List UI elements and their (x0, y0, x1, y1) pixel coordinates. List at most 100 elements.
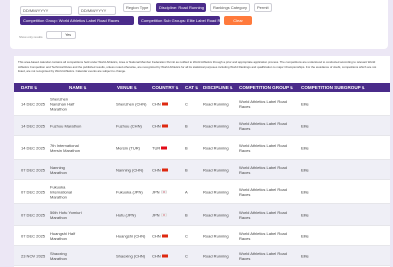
table-row[interactable]: 07 DEC 2025 56th Hofu Yomiuri Marathon Hof… (14, 204, 390, 226)
competition-group-cell-text: World Athletics Label Road Races (239, 230, 287, 241)
venue-cell-text: Huangshi (CHN) (116, 233, 146, 238)
name-cell[interactable]: 56th Hofu Yomiuri Marathon (50, 210, 82, 220)
country-cell: JPN (152, 189, 180, 194)
competition-group-cell: World Athletics Label Road Races (239, 210, 291, 220)
sort-icon: ⇅ (83, 86, 87, 90)
venue-cell-text: Shaoxing (CHN) (116, 253, 146, 258)
name-cell-text: Fukuoka International Marathon (50, 184, 73, 199)
competition-group-cell-text: World Athletics Label Road Races (239, 164, 287, 175)
venue-cell-text: Nanning (CHN) (116, 167, 144, 172)
discipline-cell: Road Running (203, 101, 237, 106)
table-row[interactable]: 14 DEC 2025 Fuzhou Marathon Fuzhou (CHN) CH… (14, 116, 390, 136)
name-cell-text: Shenzhen Nanshan Half Marathon (50, 96, 75, 111)
country-cell-text: CHN (152, 101, 161, 106)
calendar-table-card: This area-based calendar contains all co… (14, 56, 390, 267)
date-cell: 14 DEC 2025 (21, 123, 49, 128)
date-cell: 07 DEC 2025 (21, 189, 49, 194)
competition-subgroup-cell: Elite (301, 101, 331, 106)
name-cell[interactable]: Fuzhou Marathon (50, 123, 82, 128)
competition-group-cell-text: World Athletics Label Road Races (239, 250, 287, 261)
chn-flag-icon (161, 102, 168, 106)
discipline-cell: Road Running (203, 189, 237, 194)
competition-subgroup-cell: Elite (301, 233, 331, 238)
table-row[interactable]: 23 NOV 2025 Shaoxing Marathon Shaoxing (CH… (14, 246, 390, 266)
discipline-cell-text: Road Running (203, 253, 229, 258)
cat-cell-text: C (185, 253, 188, 258)
country-cell: CHN (152, 167, 180, 172)
competition-subgroup-cell: Elite (301, 145, 331, 150)
discipline-cell: Road Running (203, 212, 237, 217)
country-cell-text: CHN (152, 233, 161, 238)
venue-cell: Huangshi (CHN) (116, 233, 148, 238)
date-cell: 07 DEC 2025 (21, 167, 49, 172)
chn-flag-icon (161, 168, 168, 172)
discipline-cell-text: Road Running (203, 233, 229, 238)
date-to-input[interactable]: DD/MM/YYYY (78, 6, 116, 15)
cat-cell: B (185, 167, 195, 172)
sort-icon: ⇅ (361, 86, 365, 90)
country-cell-text: CHN (152, 123, 161, 128)
date-cell-text: 14 DEC 2025 (21, 123, 46, 128)
competition-subgroup-cell: Elite (301, 253, 331, 258)
venue-cell: Mersin (TUR) (116, 145, 148, 150)
competition-subgroup-filter-tag[interactable]: Competition Sub Groups: Elite Label Road… (138, 16, 229, 25)
rankings-category-select[interactable]: Rankings Category (210, 3, 250, 12)
discipline-filter-tag[interactable]: Discipline: Road Running (156, 3, 206, 12)
sort-icon: ⇅ (34, 86, 38, 90)
table-row[interactable]: 14 DEC 2025 7th International Mersin Mara… (14, 136, 390, 160)
sort-icon: ⇅ (229, 86, 233, 90)
date-cell: 23 NOV 2025 (21, 253, 49, 258)
discipline-cell: Road Running (203, 253, 237, 258)
venue-cell-text: Mersin (TUR) (116, 145, 140, 150)
table-row[interactable]: 14 DEC 2025 Shenzhen Nanshan Half Maratho… (14, 92, 390, 116)
cat-cell: C (185, 233, 195, 238)
competition-group-cell: World Athletics Label Road Races (239, 121, 291, 131)
competition-group-cell: World Athletics Label Road Races (239, 187, 291, 197)
cat-cell-text: C (185, 101, 188, 106)
name-cell[interactable]: Huangshi Half Marathon (50, 231, 82, 241)
competition-group-filter-tag[interactable]: Competition Group: World Athletics Label… (20, 16, 134, 25)
clear-button[interactable]: Clear (224, 16, 252, 25)
date-from-input[interactable]: DD/MM/YYYY (20, 6, 72, 15)
competition-group-cell-text: World Athletics Label Road Races (239, 120, 287, 131)
table-row[interactable]: 07 DEC 2025 Huangshi Half Marathon Huangsh… (14, 226, 390, 246)
header-name-label: NAME (69, 85, 83, 90)
cat-cell-text: B (185, 212, 188, 217)
date-cell-text: 07 DEC 2025 (21, 167, 46, 172)
country-cell-text: JPN (152, 212, 160, 217)
header-cat-label: CAT (185, 85, 195, 90)
country-cell: CHN (152, 233, 180, 238)
name-cell[interactable]: 7th International Mersin Marathon (50, 143, 82, 153)
header-subgroup-label: COMPETITION SUBGROUP (301, 85, 361, 90)
show-only-toggle[interactable]: Yes (46, 31, 76, 39)
table-row[interactable]: 07 DEC 2025 Fukuoka International Maratho… (14, 180, 390, 204)
discipline-cell-text: Road Running (203, 189, 229, 194)
competition-subgroup-cell-text: Elite (301, 123, 309, 128)
competition-group-cell: World Athletics Label Road Races (239, 165, 291, 175)
sort-icon: ⇅ (290, 86, 293, 90)
jpn-flag-icon (160, 190, 167, 194)
name-cell[interactable]: Shenzhen Nanshan Half Marathon (50, 96, 82, 111)
country-cell: TUR (152, 145, 180, 150)
name-cell[interactable]: Shaoxing Marathon (50, 251, 82, 261)
name-cell[interactable]: Nanning Marathon (50, 165, 82, 175)
cat-cell-text: B (185, 145, 188, 150)
competition-group-cell-text: World Athletics Label Road Races (239, 142, 287, 153)
cat-cell: B (185, 145, 195, 150)
permit-select[interactable]: Permit (254, 3, 272, 12)
show-only-label: Show only results (19, 35, 43, 39)
competition-group-cell: World Athletics Label Road Races (239, 99, 291, 109)
region-type-select[interactable]: Region Type (123, 3, 151, 12)
cat-cell-text: C (185, 233, 188, 238)
name-cell[interactable]: Fukuoka International Marathon (50, 184, 82, 199)
competition-subgroup-cell-text: Elite (301, 167, 309, 172)
venue-cell-text: Fuzhou (CHN) (116, 123, 142, 128)
country-cell-text: CHN (152, 253, 161, 258)
header-discipline-label: DISCIPLINE (203, 85, 229, 90)
table-row[interactable]: 07 DEC 2025 Nanning Marathon Nanning (CHN)… (14, 160, 390, 180)
country-cell: CHN (152, 123, 180, 128)
discipline-cell: Road Running (203, 123, 237, 128)
competition-subgroup-cell: Elite (301, 189, 331, 194)
discipline-cell-text: Road Running (203, 212, 229, 217)
competition-subgroup-cell-text: Elite (301, 233, 309, 238)
